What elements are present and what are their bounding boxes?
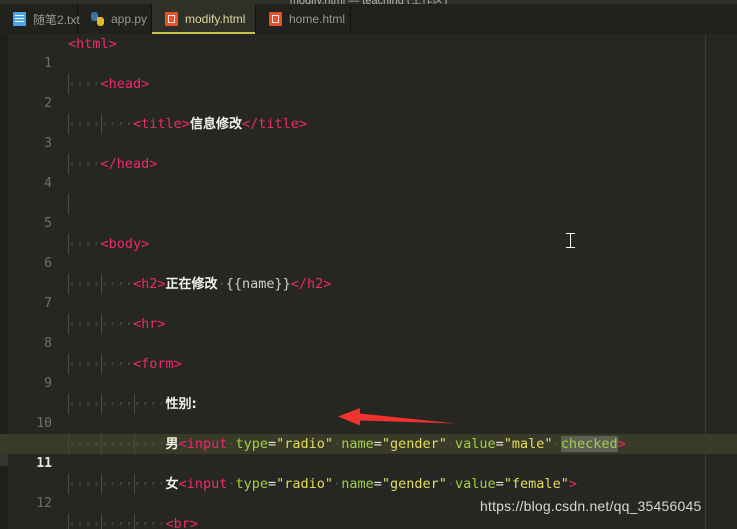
line-number: 8: [44, 336, 52, 351]
code-text: ········<h2>正在修改·{{name}}</h2>: [68, 276, 332, 292]
tab-bar-empty-area: [351, 4, 737, 34]
code-text: ········<title>信息修改</title>: [68, 116, 307, 132]
code-line[interactable]: 2 ····<head>: [0, 74, 737, 111]
tab-home-html[interactable]: home.html: [256, 4, 351, 34]
text-file-icon: [13, 12, 26, 26]
line-number: 2: [44, 96, 52, 111]
code-line[interactable]: 10 ············性别:: [0, 394, 737, 431]
line-number: 7: [44, 296, 52, 311]
code-editor[interactable]: 1 <html> 2 ····<head> 3 ········<title>信…: [0, 34, 737, 529]
code-text: ····<body>: [68, 236, 150, 252]
watermark-url: https://blog.csdn.net/qq_35456045: [480, 498, 702, 514]
html5-file-icon: [269, 12, 282, 26]
code-line-current[interactable]: 11 ············男<input·type="radio"·name…: [0, 434, 737, 471]
tab-app-py[interactable]: app.py: [78, 4, 152, 34]
code-text: ············<br>: [68, 516, 199, 529]
code-text: ····<head>: [68, 76, 150, 92]
line-number: 10: [36, 416, 52, 431]
tab-label: modify.html: [185, 12, 246, 26]
indent-guide: [68, 194, 69, 214]
code-text: <html>: [68, 36, 117, 52]
code-line[interactable]: 7 ········<h2>正在修改·{{name}}</h2>: [0, 274, 737, 311]
tab-label: 随笔2.txt: [33, 12, 80, 27]
code-line[interactable]: 4 ····</head>: [0, 154, 737, 191]
code-text: ····</head>: [68, 156, 158, 172]
editor-tab-bar: 随笔2.txt app.py modify.html home.html: [0, 4, 737, 34]
line-number: 12: [36, 496, 52, 511]
tab-label: home.html: [289, 12, 346, 26]
line-number: 4: [44, 176, 52, 191]
selected-token: checked: [560, 436, 618, 452]
line-number: 5: [44, 216, 52, 231]
tab-label: app.py: [111, 12, 148, 26]
tab-modify-html[interactable]: modify.html: [152, 4, 256, 34]
code-line[interactable]: 12 ············女<input·type="radio"·name…: [0, 474, 737, 511]
code-line[interactable]: 3 ········<title>信息修改</title>: [0, 114, 737, 151]
code-text: ············男<input·type="radio"·name="g…: [68, 436, 626, 452]
code-line[interactable]: 8 ········<hr>: [0, 314, 737, 351]
python-file-icon: [91, 12, 104, 26]
line-number: 9: [44, 376, 52, 391]
line-number: 6: [44, 256, 52, 271]
code-line[interactable]: 13 ············<br>: [0, 514, 737, 529]
code-line[interactable]: 6 ····<body>: [0, 234, 737, 271]
code-line[interactable]: 5: [0, 194, 737, 231]
code-text: ········<hr>: [68, 316, 166, 332]
code-text: ············性别:: [68, 396, 197, 412]
line-number: 3: [44, 136, 52, 151]
html5-file-icon: [165, 12, 178, 26]
tab-suibi2-txt[interactable]: 随笔2.txt: [0, 4, 80, 34]
line-number: 11: [36, 456, 52, 471]
code-line[interactable]: 1 <html>: [0, 34, 737, 71]
code-content[interactable]: 1 <html> 2 ····<head> 3 ········<title>信…: [0, 34, 737, 529]
code-line[interactable]: 9 ········<form>: [0, 354, 737, 391]
code-text: ········<form>: [68, 356, 182, 372]
line-number: 1: [44, 56, 52, 71]
code-text: ············女<input·type="radio"·name="g…: [68, 476, 577, 492]
